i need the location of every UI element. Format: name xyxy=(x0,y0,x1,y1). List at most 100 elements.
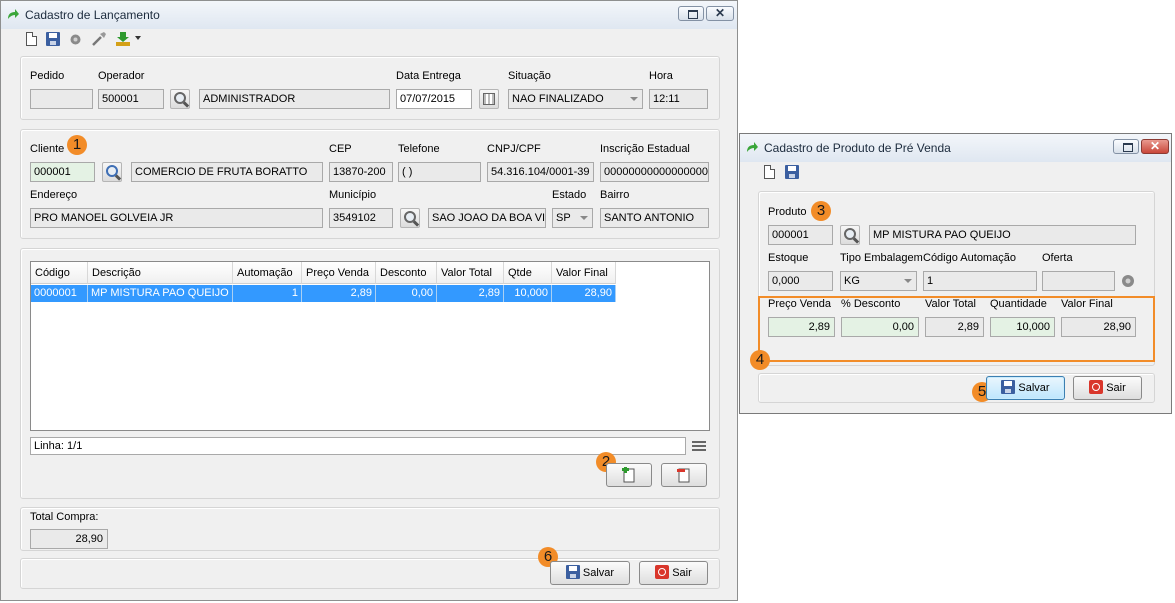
cell-preco-venda: 2,89 xyxy=(302,285,376,302)
grid-header-codigo[interactable]: Código xyxy=(31,262,88,284)
cnpj-label: CNPJ/CPF xyxy=(487,143,541,155)
grid-header-desconto[interactable]: Desconto xyxy=(376,262,437,284)
cell-valor-final: 28,90 xyxy=(552,285,616,302)
hora-label: Hora xyxy=(649,70,673,82)
search-icon-handle xyxy=(852,237,860,244)
main-window-title: Cadastro de Lançamento xyxy=(25,8,160,22)
oferta-field xyxy=(1042,271,1115,291)
operador-code-field[interactable]: 500001 xyxy=(98,89,164,109)
cell-descricao: MP MISTURA PAO QUEIJO xyxy=(88,285,233,302)
telefone-field: ( ) xyxy=(398,162,481,182)
gear-icon[interactable] xyxy=(1120,273,1136,289)
chevron-down-icon xyxy=(904,279,912,283)
produto-dialog-title: Cadastro de Produto de Pré Venda xyxy=(764,141,951,155)
valor-final-field: 28,90 xyxy=(1061,317,1136,337)
endereco-label: Endereço xyxy=(30,189,78,201)
inscricao-estadual-field: 00000000000000000 xyxy=(600,162,709,182)
save-icon[interactable] xyxy=(46,32,60,46)
quantidade-field[interactable]: 10,000 xyxy=(990,317,1055,337)
grid-header-automacao[interactable]: Automação xyxy=(233,262,302,284)
download-icon[interactable] xyxy=(114,30,132,48)
municipio-code-field: 3549102 xyxy=(329,208,393,228)
cell-automacao: 1 xyxy=(233,285,302,302)
app-arrow-icon xyxy=(747,142,758,152)
menu-lines-icon[interactable] xyxy=(692,441,706,452)
grid-header-qtde[interactable]: Qtde xyxy=(504,262,552,284)
callout-badge-3: 3 xyxy=(811,201,831,221)
restore-button[interactable] xyxy=(678,6,704,21)
new-document-icon[interactable] xyxy=(764,165,775,179)
tipo-embalagem-select[interactable]: KG xyxy=(840,271,917,291)
hora-field: 12:11 xyxy=(649,89,708,109)
produto-save-button[interactable]: Salvar xyxy=(986,376,1065,400)
data-entrega-field[interactable]: 07/07/2015 xyxy=(396,89,472,109)
estado-select[interactable]: SP xyxy=(552,208,593,228)
produto-search-button[interactable] xyxy=(840,225,860,245)
cep-field: 13870-200 xyxy=(329,162,393,182)
save-icon[interactable] xyxy=(785,165,799,179)
telefone-label: Telefone xyxy=(398,143,440,155)
restore-button[interactable] xyxy=(1113,139,1139,154)
search-icon-handle xyxy=(114,174,122,181)
cliente-code-field[interactable]: 000001 xyxy=(30,162,95,182)
estoque-field: 0,000 xyxy=(768,271,833,291)
desconto-field[interactable]: 0,00 xyxy=(841,317,919,337)
tipo-embalagem-value: KG xyxy=(844,275,860,287)
gear-icon[interactable] xyxy=(68,32,83,47)
total-compra-label: Total Compra: xyxy=(30,511,99,523)
grid-header-valor-final[interactable]: Valor Final xyxy=(552,262,616,284)
grid-header-valor-total[interactable]: Valor Total xyxy=(437,262,504,284)
exit-button-label: Sair xyxy=(672,567,692,579)
main-titlebar: Cadastro de Lançamento ✕ xyxy=(1,1,737,29)
items-grid[interactable]: Código Descrição Automação Preço Venda D… xyxy=(30,261,710,431)
produto-exit-button-label: Sair xyxy=(1106,382,1126,394)
valor-total-label: Valor Total xyxy=(925,298,976,310)
grid-header-preco-venda[interactable]: Preço Venda xyxy=(302,262,376,284)
produto-label: Produto xyxy=(768,206,807,218)
operador-label: Operador xyxy=(98,70,145,82)
preco-venda-field[interactable]: 2,89 xyxy=(768,317,835,337)
pedido-field[interactable] xyxy=(30,89,93,109)
produto-code-field[interactable]: 000001 xyxy=(768,225,833,245)
bairro-label: Bairro xyxy=(600,189,630,201)
new-document-icon[interactable] xyxy=(26,32,37,46)
app-arrow-icon xyxy=(8,9,19,19)
chevron-down-icon[interactable] xyxy=(135,36,141,40)
estoque-label: Estoque xyxy=(768,252,809,264)
calendar-icon xyxy=(483,93,495,105)
valor-total-field: 2,89 xyxy=(925,317,984,337)
situacao-select[interactable]: NAO FINALIZADO xyxy=(508,89,643,109)
endereco-field: PRO MANOEL GOLVEIA JR xyxy=(30,208,323,228)
save-button-label: Salvar xyxy=(582,567,615,579)
grid-header-descricao[interactable]: Descrição xyxy=(88,262,233,284)
produto-exit-button[interactable]: Sair xyxy=(1073,376,1142,400)
add-item-button[interactable] xyxy=(606,463,652,487)
remove-item-button[interactable] xyxy=(661,463,707,487)
tool-icon[interactable] xyxy=(91,31,107,47)
calendar-button[interactable] xyxy=(479,89,499,109)
total-panel xyxy=(20,507,720,551)
cell-qtde: 10,000 xyxy=(504,285,552,302)
operador-search-button[interactable] xyxy=(170,89,190,109)
situacao-label: Situação xyxy=(508,70,551,82)
main-window: Cadastro de Lançamento ✕ Pedido Operador… xyxy=(0,0,738,601)
save-icon xyxy=(565,565,580,579)
oferta-label: Oferta xyxy=(1042,252,1073,264)
cnpj-field: 54.316.104/0001-39 xyxy=(487,162,594,182)
search-icon-handle xyxy=(412,220,420,227)
search-icon-handle xyxy=(182,101,190,108)
close-button[interactable]: ✕ xyxy=(1141,139,1169,154)
municipio-label: Município xyxy=(329,189,377,201)
save-icon xyxy=(1001,380,1016,394)
exit-button[interactable]: Sair xyxy=(639,561,708,585)
callout-badge-1: 1 xyxy=(67,135,87,155)
codigo-automacao-field: 1 xyxy=(923,271,1037,291)
close-button[interactable]: ✕ xyxy=(706,6,734,21)
add-document-icon xyxy=(622,466,635,483)
municipio-search-button[interactable] xyxy=(400,208,420,228)
codigo-automacao-label: Código Automação xyxy=(923,252,1016,264)
cliente-search-button[interactable] xyxy=(102,162,122,182)
save-button[interactable]: Salvar xyxy=(550,561,630,585)
table-row[interactable]: 0000001 MP MISTURA PAO QUEIJO 1 2,89 0,0… xyxy=(31,285,616,302)
tipo-embalagem-label: Tipo Embalagem xyxy=(840,252,923,264)
